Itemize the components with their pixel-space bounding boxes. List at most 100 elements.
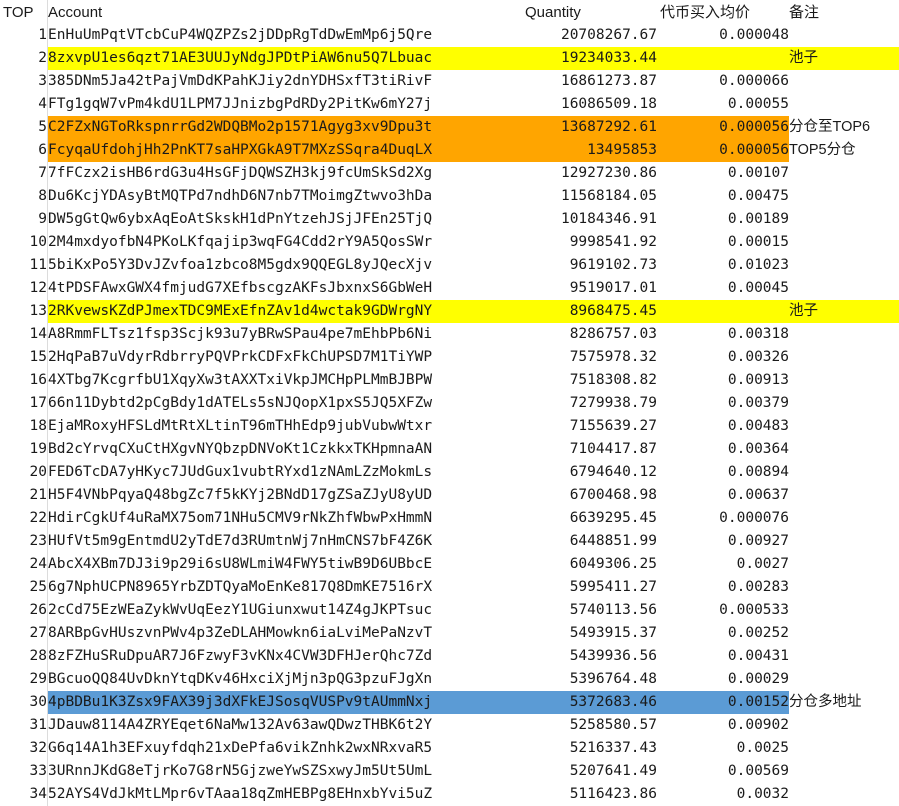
cell-account[interactable]: 385DNm5Ja42tPajVmDdKPahKJiy2dnYDHSxfT3ti… <box>48 70 523 93</box>
cell-quantity[interactable]: 5216337.43 <box>522 737 657 760</box>
cell-note[interactable] <box>789 737 899 760</box>
cell-quantity[interactable]: 10184346.91 <box>522 208 657 231</box>
cell-quantity[interactable]: 19234033.44 <box>522 47 657 70</box>
cell-account[interactable]: 5biKxPo5Y3DvJZvfoa1zbco8M5gdx9QQEGL8yJQe… <box>48 254 523 277</box>
cell-top[interactable]: 33 <box>0 760 48 783</box>
cell-avg-price[interactable]: 0.00015 <box>657 231 789 254</box>
cell-avg-price[interactable]: 0.00637 <box>657 484 789 507</box>
cell-top[interactable]: 26 <box>0 599 48 622</box>
header-note[interactable]: 备注 <box>789 0 899 24</box>
cell-quantity[interactable]: 6049306.25 <box>522 553 657 576</box>
cell-quantity[interactable]: 5372683.46 <box>522 691 657 714</box>
cell-avg-price[interactable]: 0.0032 <box>657 783 789 806</box>
cell-top[interactable]: 22 <box>0 507 48 530</box>
cell-note[interactable] <box>789 323 899 346</box>
cell-account[interactable]: 52AYS4VdJkMtLMpr6vTAaa18qZmHEBPg8EHnxbYv… <box>48 783 523 806</box>
cell-quantity[interactable]: 13687292.61 <box>522 116 657 139</box>
cell-avg-price[interactable]: 0.00913 <box>657 369 789 392</box>
cell-account[interactable]: 2cCd75EzWEaZykWvUqEezY1UGiunxwut14Z4gJKP… <box>48 599 523 622</box>
cell-avg-price[interactable]: 0.00431 <box>657 645 789 668</box>
cell-account[interactable]: H5F4VNbPqyaQ48bgZc7f5kKYj2BNdD17gZSaZJyU… <box>48 484 523 507</box>
cell-note[interactable]: TOP5分仓 <box>789 139 899 162</box>
cell-note[interactable] <box>789 668 899 691</box>
cell-account[interactable]: Du6KcjYDAsyBtMQTPd7ndhD6N7nb7TMoimgZtwvo… <box>48 185 523 208</box>
cell-top[interactable]: 9 <box>0 208 48 231</box>
cell-note[interactable]: 分仓多地址 <box>789 691 899 714</box>
cell-quantity[interactable]: 7155639.27 <box>522 415 657 438</box>
cell-quantity[interactable]: 8286757.03 <box>522 323 657 346</box>
cell-quantity[interactable]: 5439936.56 <box>522 645 657 668</box>
cell-top[interactable]: 25 <box>0 576 48 599</box>
cell-top[interactable]: 30 <box>0 691 48 714</box>
cell-note[interactable] <box>789 208 899 231</box>
cell-top[interactable]: 32 <box>0 737 48 760</box>
cell-note[interactable] <box>789 185 899 208</box>
cell-account[interactable]: 2M4mxdyofbN4PKoLKfqajip3wqFG4Cdd2rY9A5Qo… <box>48 231 523 254</box>
cell-account[interactable]: EjaMRoxyHFSLdMtRtXLtinT96mTHhEdp9jubVubw… <box>48 415 523 438</box>
cell-quantity[interactable]: 20708267.67 <box>522 24 657 47</box>
cell-quantity[interactable]: 5258580.57 <box>522 714 657 737</box>
cell-note[interactable] <box>789 530 899 553</box>
cell-account[interactable]: 4XTbg7KcgrfbU1XqyXw3tAXXTxiVkpJMCHpPLMmB… <box>48 369 523 392</box>
cell-account[interactable]: JDauw8114A4ZRYEqet6NaMw132Av63awQDwzTHBK… <box>48 714 523 737</box>
cell-quantity[interactable]: 16861273.87 <box>522 70 657 93</box>
cell-avg-price[interactable]: 0.00189 <box>657 208 789 231</box>
cell-note[interactable]: 池子 <box>789 300 899 323</box>
cell-avg-price[interactable]: 0.00894 <box>657 461 789 484</box>
cell-account[interactable]: 7fFCzx2isHB6rdG3u4HsGFjDQWSZH3kj9fcUmSkS… <box>48 162 523 185</box>
cell-avg-price[interactable]: 0.00045 <box>657 277 789 300</box>
cell-quantity[interactable]: 9519017.01 <box>522 277 657 300</box>
cell-note[interactable] <box>789 553 899 576</box>
cell-account[interactable]: DW5gGtQw6ybxAqEoAtSkskH1dPnYtzehJSjJFEn2… <box>48 208 523 231</box>
cell-top[interactable]: 7 <box>0 162 48 185</box>
cell-avg-price[interactable]: 0.00927 <box>657 530 789 553</box>
cell-quantity[interactable]: 5740113.56 <box>522 599 657 622</box>
cell-quantity[interactable]: 5995411.27 <box>522 576 657 599</box>
cell-top[interactable]: 14 <box>0 323 48 346</box>
cell-note[interactable] <box>789 438 899 461</box>
cell-note[interactable] <box>789 760 899 783</box>
cell-top[interactable]: 2 <box>0 47 48 70</box>
cell-note[interactable] <box>789 346 899 369</box>
cell-note[interactable] <box>789 254 899 277</box>
cell-account[interactable]: BGcuoQQ84UvDknYtqDKv46HxciXjMjn3pQG3pzuF… <box>48 668 523 691</box>
cell-quantity[interactable]: 7518308.82 <box>522 369 657 392</box>
cell-quantity[interactable]: 7575978.32 <box>522 346 657 369</box>
cell-avg-price[interactable]: 0.00252 <box>657 622 789 645</box>
cell-avg-price[interactable]: 0.00569 <box>657 760 789 783</box>
cell-top[interactable]: 16 <box>0 369 48 392</box>
cell-note[interactable] <box>789 277 899 300</box>
cell-account[interactable]: FcyqaUfdohjHh2PnKT7saHPXGkA9T7MXzSSqra4D… <box>47 139 522 162</box>
cell-avg-price[interactable]: 0.000533 <box>657 599 789 622</box>
cell-account[interactable]: FED6TcDA7yHKyc7JUdGux1vubtRYxd1zNAmLZzMo… <box>48 461 523 484</box>
cell-account[interactable]: G6q14A1h3EFxuyfdqh21xDePfa6vikZnhk2wxNRx… <box>48 737 523 760</box>
cell-note[interactable] <box>789 507 899 530</box>
cell-note[interactable] <box>789 24 899 47</box>
cell-avg-price[interactable]: 0.000076 <box>657 507 789 530</box>
cell-top[interactable]: 28 <box>0 645 48 668</box>
cell-quantity[interactable]: 8968475.45 <box>522 300 657 323</box>
cell-avg-price[interactable]: 0.00364 <box>657 438 789 461</box>
cell-account[interactable]: Bd2cYrvqCXuCtHXgvNYQbzpDNVoKt1CzkkxTKHpm… <box>48 438 523 461</box>
cell-avg-price[interactable]: 0.000056 <box>657 139 789 162</box>
cell-top[interactable]: 20 <box>0 461 48 484</box>
cell-avg-price[interactable]: 0.000066 <box>657 70 789 93</box>
cell-avg-price[interactable]: 0.00475 <box>657 185 789 208</box>
cell-top[interactable]: 15 <box>0 346 48 369</box>
cell-top[interactable]: 29 <box>0 668 48 691</box>
cell-top[interactable]: 5 <box>0 116 48 139</box>
cell-quantity[interactable]: 5396764.48 <box>522 668 657 691</box>
cell-note[interactable] <box>789 714 899 737</box>
cell-top[interactable]: 6 <box>0 139 48 162</box>
cell-avg-price[interactable]: 0.00055 <box>657 93 789 116</box>
cell-note[interactable] <box>789 93 899 116</box>
cell-quantity[interactable]: 6700468.98 <box>522 484 657 507</box>
cell-avg-price[interactable]: 0.0027 <box>657 553 789 576</box>
cell-avg-price[interactable]: 0.00326 <box>657 346 789 369</box>
cell-avg-price[interactable]: 0.00483 <box>657 415 789 438</box>
cell-avg-price[interactable]: 0.00107 <box>657 162 789 185</box>
cell-account[interactable]: FTg1gqW7vPm4kdU1LPM7JJnizbgPdRDy2PitKw6m… <box>48 93 523 116</box>
cell-account[interactable]: 6g7NphUCPN8965YrbZDTQyaMoEnKe817Q8DmKE75… <box>48 576 523 599</box>
cell-note[interactable] <box>789 70 899 93</box>
cell-quantity[interactable]: 6639295.45 <box>522 507 657 530</box>
